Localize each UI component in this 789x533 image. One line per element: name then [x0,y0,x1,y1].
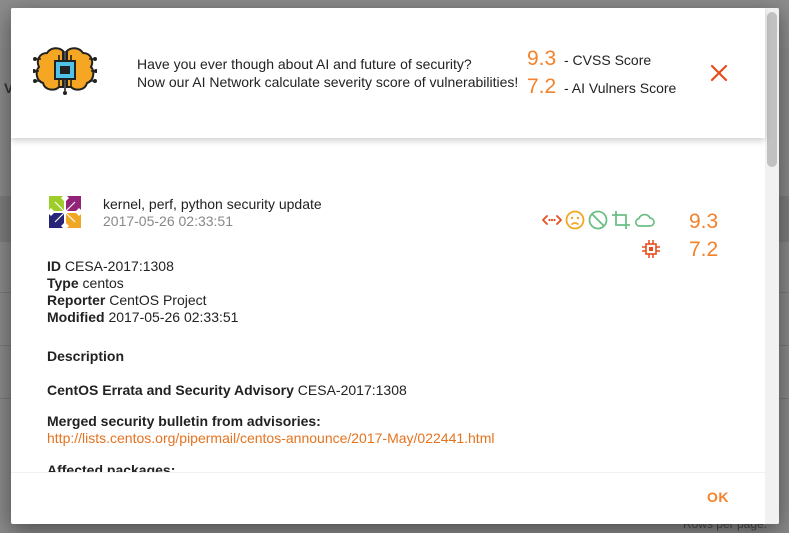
banner-line-1: Have you ever though about AI and future… [137,56,472,72]
scrollbar-track[interactable] [765,8,779,524]
network-arrows-icon [542,215,562,225]
close-icon[interactable] [710,64,728,82]
description-heading: Description [47,348,125,364]
merged-heading: Merged security bulletin from advisories… [47,413,321,429]
banner-scores: 9.3 - CVSS Score 7.2 - AI Vulners Score [527,47,676,103]
ok-button[interactable]: OK [707,489,729,505]
ai-banner: Have you ever though about AI and future… [11,8,765,138]
ai-score-label: - AI Vulners Score [564,80,677,96]
banner-message: Have you ever though about AI and future… [137,55,518,91]
sad-face-icon [565,210,585,230]
bulletin-ai-score: 7.2 [689,238,719,261]
bulletin-meta: ID CESA-2017:1308 Type centos Reporter C… [47,258,238,326]
vulnerability-dialog: Have you ever though about AI and future… [11,8,779,524]
meta-reporter: Reporter CentOS Project [47,292,207,308]
cloud-icon [635,213,655,227]
bulletin-cvss-score: 9.3 [689,210,719,233]
footer-divider [11,472,765,473]
vector-icons [541,209,655,231]
dialog-content[interactable]: kernel, perf, python security update 201… [11,154,765,472]
ai-score-value: 7.2 [527,75,557,98]
affected-packages-heading: Affected packages: [47,462,176,472]
crop-icon [612,211,630,229]
ai-brain-chip-icon [33,47,97,95]
cpu-icon [642,240,660,258]
ai-score-row: 7.2 - AI Vulners Score [527,75,676,103]
cvss-score-label: - CVSS Score [564,52,652,68]
centos-logo-icon [47,194,83,230]
bulletin-date: 2017-05-26 02:33:51 [103,213,233,229]
scrollbar-thumb[interactable] [767,12,777,167]
block-icon [588,210,608,230]
cvss-score-row: 9.3 - CVSS Score [527,47,676,75]
advisory-line: CentOS Errata and Security Advisory CESA… [47,382,407,398]
meta-id: ID CESA-2017:1308 [47,258,174,274]
advisory-link[interactable]: http://lists.centos.org/pipermail/centos… [47,430,494,447]
meta-type: Type centos [47,275,124,291]
bulletin-title: kernel, perf, python security update [103,196,322,212]
meta-modified: Modified 2017-05-26 02:33:51 [47,309,239,325]
banner-line-2: Now our AI Network calculate severity sc… [137,74,519,90]
cvss-score-value: 9.3 [527,47,557,70]
